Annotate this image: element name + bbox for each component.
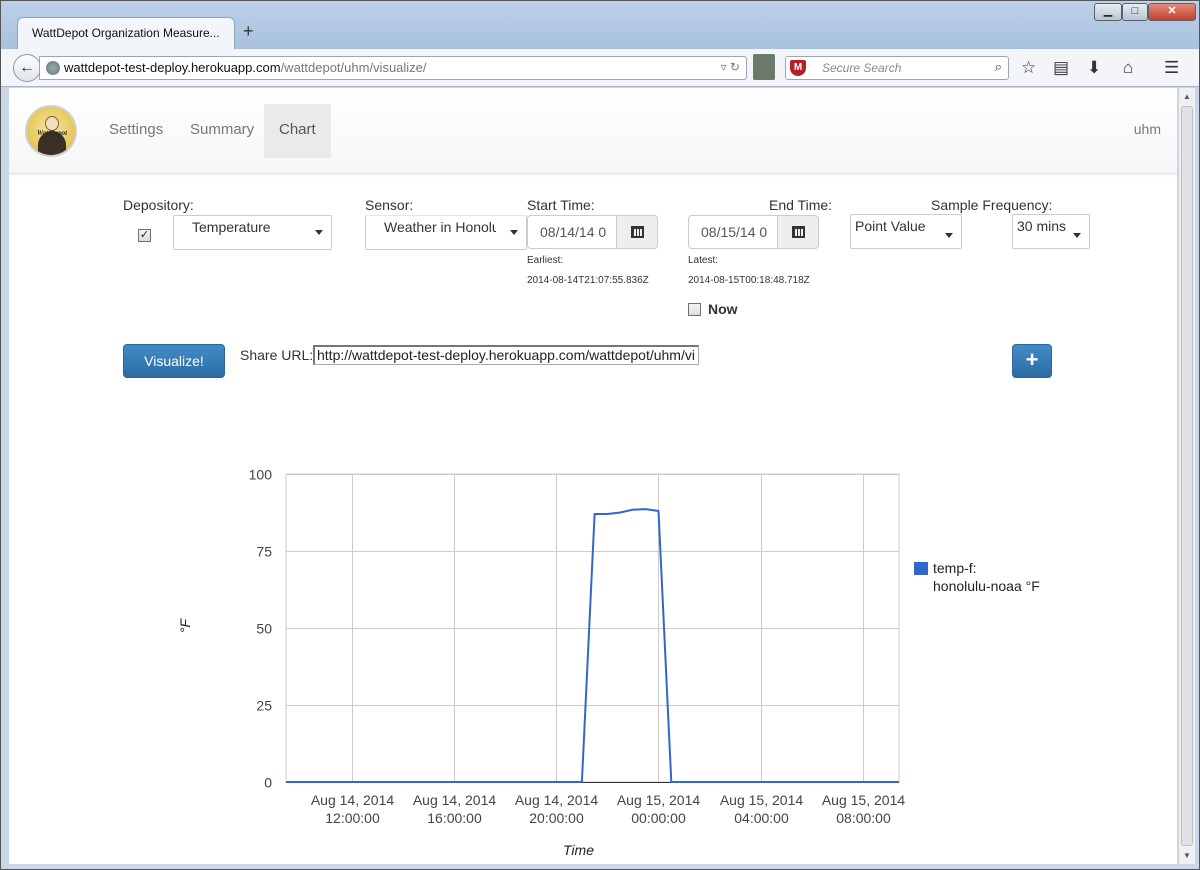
legend-label: temp-f:: [933, 560, 977, 576]
visualize-button[interactable]: Visualize!: [123, 344, 225, 378]
earliest-label: Earliest:: [527, 255, 564, 266]
wattdepot-logo[interactable]: WattDepot: [25, 105, 77, 157]
nav-chart[interactable]: Chart: [264, 104, 331, 158]
new-tab-button[interactable]: +: [243, 21, 254, 42]
end-time-label: End Time:: [769, 197, 833, 213]
start-time-input[interactable]: 08/14/14 0: [527, 215, 617, 249]
depository-label: Depository:: [123, 197, 194, 213]
y-tick-label: 100: [249, 467, 273, 483]
bookmark-star-icon[interactable]: ☆: [1021, 58, 1036, 78]
x-tick-date: Aug 14, 2014: [515, 792, 599, 808]
x-tick-date: Aug 15, 2014: [720, 792, 804, 808]
search-placeholder: Secure Search: [822, 61, 902, 75]
x-tick-time: 20:00:00: [529, 810, 584, 826]
x-tick-date: Aug 14, 2014: [413, 792, 497, 808]
value-type-select[interactable]: Point Value: [850, 214, 962, 249]
x-tick-time: 16:00:00: [427, 810, 482, 826]
value-type-value: Point Value: [855, 218, 926, 234]
y-tick-label: 75: [256, 544, 272, 560]
depository-value: Temperature: [192, 219, 271, 235]
start-time-label: Start Time:: [527, 197, 595, 213]
home-icon[interactable]: ⌂: [1123, 58, 1133, 78]
y-tick-label: 50: [256, 621, 272, 637]
legend-label: honolulu-noaa °F: [933, 578, 1040, 594]
end-calendar-button[interactable]: [777, 215, 819, 249]
interval-select[interactable]: 30 mins: [1012, 214, 1090, 249]
x-tick-time: 00:00:00: [631, 810, 686, 826]
now-checkbox[interactable]: [688, 303, 701, 316]
back-button[interactable]: ←: [13, 54, 41, 82]
search-icon[interactable]: ⌕: [995, 59, 1002, 75]
app-navbar: WattDepot Settings Summary Chart uhm: [9, 88, 1177, 174]
sensor-select[interactable]: Weather in Honolu: [365, 215, 527, 250]
add-chart-button[interactable]: +: [1012, 344, 1052, 378]
x-tick-time: 08:00:00: [836, 810, 891, 826]
end-time-input[interactable]: 08/15/14 0: [688, 215, 778, 249]
latest-label: Latest:: [688, 255, 719, 266]
chevron-down-icon: [1073, 233, 1081, 238]
chevron-down-icon: [510, 230, 518, 235]
reading-list-icon[interactable]: ▤: [1053, 58, 1069, 78]
browser-tab[interactable]: WattDepot Organization Measure...: [17, 17, 235, 49]
menu-icon[interactable]: ☰: [1164, 58, 1179, 78]
maximize-button[interactable]: □: [1122, 3, 1148, 21]
user-name[interactable]: uhm: [1134, 121, 1161, 137]
earliest-value: 2014-08-14T21:07:55.836Z: [527, 275, 649, 286]
x-tick-time: 04:00:00: [734, 810, 789, 826]
search-box[interactable]: M Secure Search ⌕: [785, 56, 1009, 80]
extension-icon[interactable]: [753, 54, 775, 80]
nav-settings[interactable]: Settings: [94, 104, 178, 158]
depository-checkbox[interactable]: ✓: [138, 229, 151, 242]
logo-text: WattDepot: [36, 129, 68, 137]
latest-value: 2014-08-15T00:18:48.718Z: [688, 275, 810, 286]
start-calendar-button[interactable]: [616, 215, 658, 249]
sensor-value: Weather in Honolu: [384, 219, 496, 235]
x-tick-time: 12:00:00: [325, 810, 380, 826]
depository-select[interactable]: Temperature: [173, 215, 332, 250]
sample-frequency-label: Sample Frequency:: [931, 197, 1053, 213]
x-tick-date: Aug 15, 2014: [617, 792, 701, 808]
chevron-down-icon: [945, 233, 953, 238]
calendar-icon: [631, 226, 644, 238]
sensor-label: Sensor:: [365, 197, 414, 213]
chevron-down-icon: [315, 230, 323, 235]
calendar-icon: [792, 226, 805, 238]
legend-swatch: [914, 562, 928, 575]
globe-icon: [46, 61, 60, 75]
scroll-up-icon[interactable]: ▲: [1183, 92, 1191, 101]
share-url-input[interactable]: http://wattdepot-test-deploy.herokuapp.c…: [313, 345, 699, 365]
share-url-label: Share URL:: [240, 347, 314, 363]
browser-window: WattDepot Organization Measure... + ▁ □ …: [0, 0, 1200, 870]
minimize-button[interactable]: ▁: [1094, 3, 1122, 21]
reload-icon[interactable]: ▿ ↻: [721, 60, 740, 74]
interval-value: 30 mins: [1017, 218, 1067, 234]
scroll-down-icon[interactable]: ▼: [1183, 851, 1191, 860]
url-path: /wattdepot/uhm/visualize/: [280, 60, 427, 75]
page-content: WattDepot Settings Summary Chart uhm Dep…: [9, 88, 1177, 864]
now-label: Now: [708, 301, 738, 317]
x-axis-title: Time: [563, 842, 594, 858]
nav-summary[interactable]: Summary: [175, 104, 269, 158]
tab-strip: WattDepot Organization Measure... + ▁ □ …: [1, 1, 1199, 49]
address-bar[interactable]: wattdepot-test-deploy.herokuapp.com/watt…: [39, 56, 747, 80]
url-host: wattdepot-test-deploy.herokuapp.com: [64, 60, 281, 75]
y-tick-label: 0: [264, 775, 272, 791]
close-window-button[interactable]: ✕: [1148, 3, 1196, 21]
download-icon[interactable]: ⬇: [1087, 58, 1101, 78]
x-tick-date: Aug 15, 2014: [822, 792, 906, 808]
x-tick-date: Aug 14, 2014: [311, 792, 395, 808]
y-axis-title: °F: [177, 617, 193, 633]
browser-toolbar: ← wattdepot-test-deploy.herokuapp.com/wa…: [1, 49, 1199, 87]
scrollbar-thumb[interactable]: [1181, 106, 1193, 846]
y-tick-label: 25: [256, 698, 272, 714]
shield-icon: M: [790, 60, 806, 76]
vertical-scrollbar[interactable]: ▲ ▼: [1178, 88, 1195, 864]
temperature-chart: 0 25 50 75 100 Aug 14, 2014 12:00:00 Aug 14, 20…: [177, 467, 1040, 859]
